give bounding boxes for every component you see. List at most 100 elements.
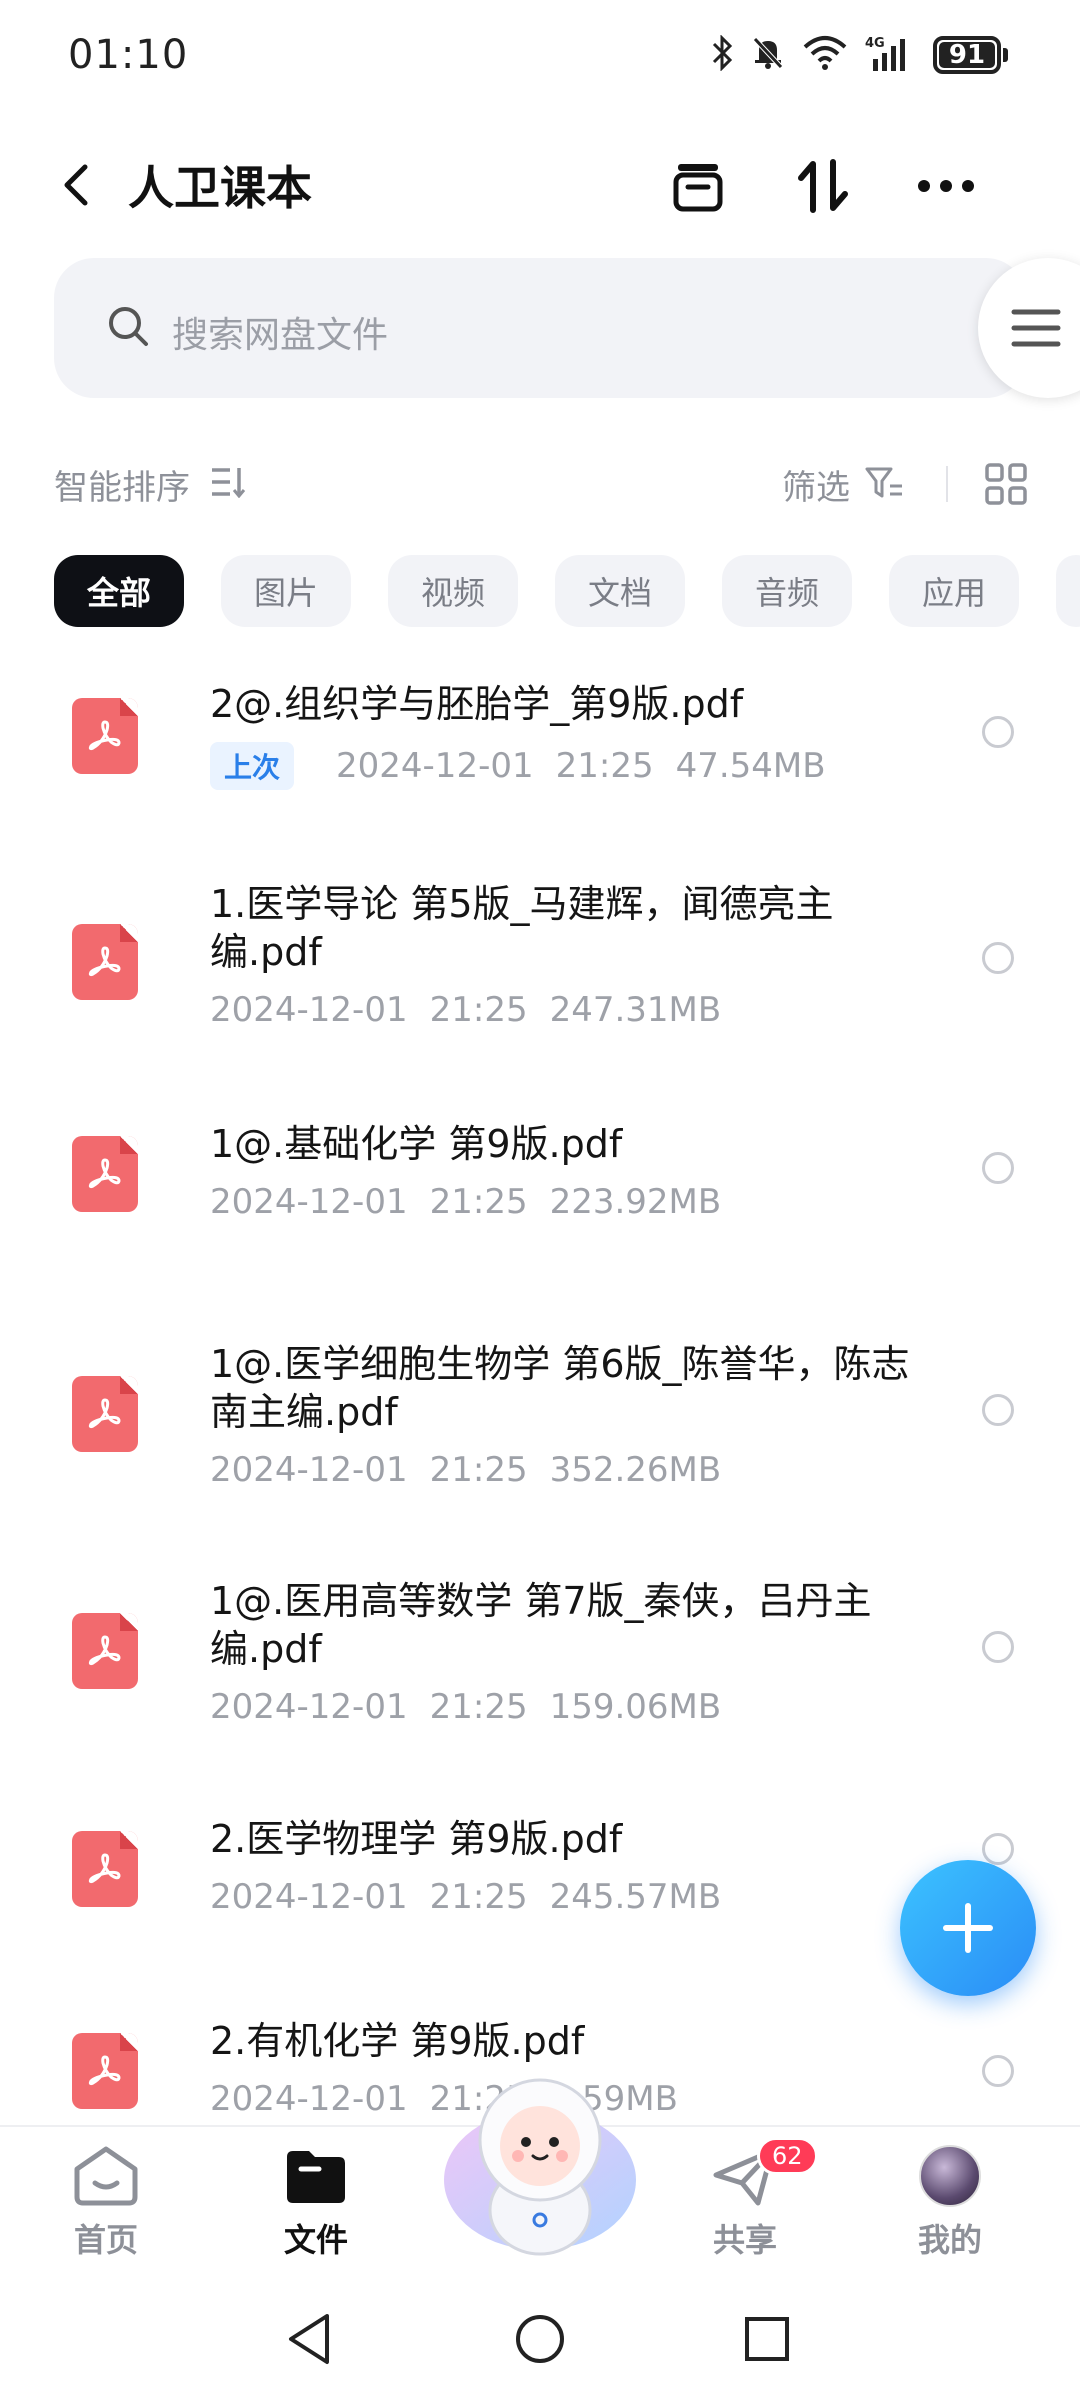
file-name: 1@.医学细胞生物学 第6版_陈誉华，陈志南主编.pdf [210, 1342, 910, 1434]
file-date: 2024-12-01 [210, 1687, 408, 1727]
system-home-button[interactable] [510, 2309, 570, 2369]
svg-text:4G: 4G [865, 36, 885, 51]
file-size: 159.06MB [549, 1687, 722, 1727]
select-radio[interactable] [982, 716, 1014, 748]
search-bar[interactable]: 搜索网盘文件 [54, 258, 1026, 398]
archive-button[interactable] [660, 148, 736, 224]
battery-level: 91 [939, 40, 995, 70]
status-icons: 4G 91 [711, 30, 1008, 80]
file-name: 2.有机化学 第9版.pdf [210, 2019, 585, 2063]
file-meta: 2024-12-01 21:25 159.06MB [210, 1687, 721, 1727]
file-meta: 2024-12-01 21:25 247.31MB [210, 990, 721, 1030]
battery-icon: 91 [933, 36, 1008, 74]
tab-apps[interactable]: 应用 [889, 555, 1019, 627]
pdf-file-icon [72, 924, 138, 1000]
select-radio[interactable] [982, 942, 1014, 974]
file-meta: 2024-12-01 21:25 223.92MB [210, 1182, 721, 1222]
nav-share[interactable]: 62 共享 [675, 2137, 818, 2261]
status-bar: 01:10 4G 91 [0, 0, 1080, 110]
add-button[interactable] [900, 1860, 1036, 1996]
file-name: 2@.组织学与胚胎学_第9版.pdf [210, 682, 744, 726]
ai-assistant-mascot[interactable] [430, 2060, 650, 2270]
list-item[interactable]: 1@.医用高等数学 第7版_秦侠，吕丹主编.pdf 2024-12-01 21:… [0, 1577, 1080, 1747]
list-item[interactable]: 2@.组织学与胚胎学_第9版.pdf 上次 2024-12-01 21:25 4… [0, 660, 1080, 820]
file-name: 1@.基础化学 第9版.pdf [210, 1122, 623, 1166]
list-item[interactable]: 1@.医学细胞生物学 第6版_陈誉华，陈志南主编.pdf 2024-12-01 … [0, 1340, 1080, 1510]
category-tabs: 全部 图片 视频 文档 音频 应用 [54, 555, 1080, 627]
file-date: 2024-12-01 [210, 1450, 408, 1490]
file-size: 47.54MB [675, 746, 826, 786]
chevron-left-icon [64, 164, 88, 206]
more-button[interactable] [908, 148, 984, 224]
home-icon [74, 2146, 138, 2206]
system-recents-button[interactable] [737, 2309, 797, 2369]
select-radio[interactable] [982, 2055, 1014, 2087]
filter-icon [865, 467, 902, 498]
file-meta: 2024-12-01 21:25 245.57MB [210, 1877, 721, 1917]
sort-arrows-icon [798, 159, 848, 213]
tab-images[interactable]: 图片 [221, 555, 351, 627]
header: 人卫课本 [0, 130, 1080, 240]
list-item[interactable]: 1@.基础化学 第9版.pdf 2024-12-01 21:25 223.92M… [0, 1120, 1080, 1270]
menu-lines-icon [1011, 309, 1061, 347]
file-size: 223.92MB [549, 1182, 722, 1222]
filter-button[interactable]: 筛选 [782, 460, 850, 509]
nav-home[interactable]: 首页 [36, 2145, 176, 2261]
pdf-file-icon [72, 1613, 138, 1689]
file-size: 247.31MB [549, 990, 722, 1030]
file-time: 21:25 [429, 1687, 528, 1727]
pdf-file-icon [72, 1376, 138, 1452]
pdf-file-icon [72, 1831, 138, 1907]
tab-documents[interactable]: 文档 [555, 555, 685, 627]
nav-mine-label: 我的 [917, 2221, 982, 2259]
archive-icon [673, 164, 723, 212]
smart-sort-button[interactable]: 智能排序 [54, 460, 190, 509]
status-time: 01:10 [68, 32, 189, 78]
folder-icon [287, 2151, 345, 2203]
page-title: 人卫课本 [128, 161, 312, 215]
tab-audio[interactable]: 音频 [722, 555, 852, 627]
select-radio[interactable] [982, 1631, 1014, 1663]
tab-videos[interactable]: 视频 [388, 555, 518, 627]
file-name: 2.医学物理学 第9版.pdf [210, 1817, 623, 1861]
file-size: 352.26MB [549, 1450, 722, 1490]
search-input[interactable]: 搜索网盘文件 [172, 306, 388, 358]
file-meta: 上次 2024-12-01 21:25 47.54MB [210, 742, 826, 790]
file-meta: 2024-12-01 21:25 352.26MB [210, 1450, 721, 1490]
list-item[interactable]: 1.医学导论 第5版_马建辉，闻德亮主编.pdf 2024-12-01 21:2… [0, 880, 1080, 1050]
last-opened-badge: 上次 [210, 742, 295, 790]
mute-bell-icon [751, 35, 785, 75]
pdf-file-icon [72, 698, 138, 774]
tab-all[interactable]: 全部 [54, 555, 184, 627]
nav-files-label: 文件 [283, 2221, 348, 2259]
nav-mine[interactable]: 我的 [880, 2145, 1020, 2261]
file-date: 2024-12-01 [210, 1877, 408, 1917]
back-button[interactable] [42, 150, 112, 220]
triangle-back-icon [289, 2314, 329, 2364]
select-radio[interactable] [982, 1152, 1014, 1184]
square-recents-icon [745, 2317, 789, 2361]
pdf-file-icon [72, 2033, 138, 2109]
system-nav-bar [0, 2275, 1080, 2403]
file-time: 21:25 [555, 746, 654, 786]
sort-filter-row: 智能排序 筛选 [0, 450, 1080, 520]
file-date: 2024-12-01 [210, 1182, 408, 1222]
bluetooth-icon [711, 34, 733, 75]
system-back-button[interactable] [280, 2309, 340, 2369]
search-icon [109, 307, 148, 346]
select-radio[interactable] [982, 1394, 1014, 1426]
sort-toggle-button[interactable] [785, 148, 861, 224]
tab-more-partial[interactable] [1056, 555, 1080, 627]
file-time: 21:25 [429, 1182, 528, 1222]
file-name: 1.医学导论 第5版_马建辉，闻德亮主编.pdf [210, 882, 834, 974]
file-time: 21:25 [429, 990, 528, 1030]
more-dots-icon [918, 180, 974, 192]
file-size: 245.57MB [549, 1877, 722, 1917]
grid-view-icon[interactable] [984, 462, 1028, 506]
file-name: 1@.医用高等数学 第7版_秦侠，吕丹主编.pdf [210, 1579, 872, 1671]
file-time: 21:25 [429, 1450, 528, 1490]
nav-files[interactable]: 文件 [246, 2145, 386, 2261]
file-time: 21:25 [429, 1877, 528, 1917]
select-radio[interactable] [982, 1833, 1014, 1865]
share-count-badge: 62 [757, 2137, 818, 2175]
